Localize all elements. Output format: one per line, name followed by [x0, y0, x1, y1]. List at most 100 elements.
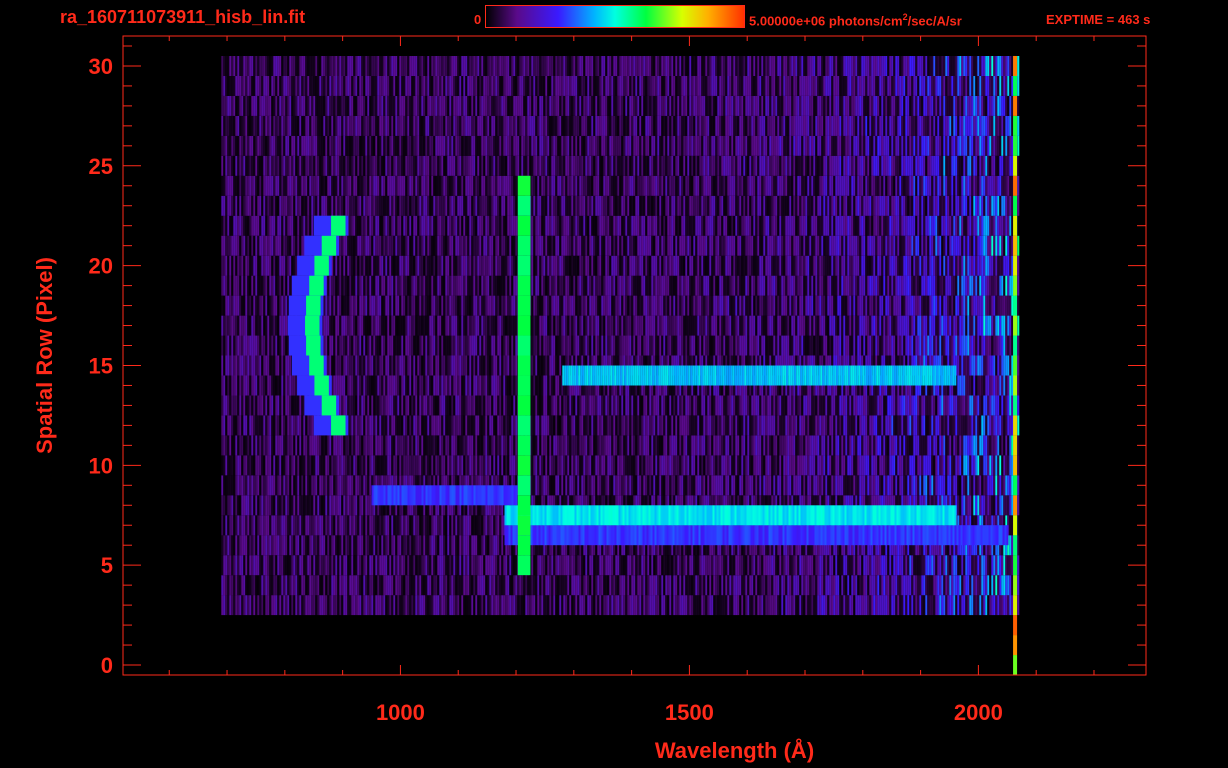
heatmap-cell: [531, 475, 534, 496]
heatmap-cell: [1001, 375, 1004, 396]
heatmap-cell: [761, 435, 764, 456]
heatmap-cell: [389, 435, 392, 456]
heatmap-cell: [337, 535, 340, 556]
heatmap-cell: [305, 515, 308, 536]
heatmap-cell: [325, 495, 328, 516]
heatmap-cell: [711, 595, 714, 616]
heatmap-cell: [607, 435, 610, 456]
heatmap-cell: [907, 395, 910, 416]
heatmap-cell: [687, 435, 690, 456]
heatmap-cell: [321, 575, 324, 596]
heatmap-cell: [555, 475, 558, 496]
heatmap-cell: [237, 455, 240, 476]
heatmap-cell: [811, 455, 814, 476]
heatmap-cell: [825, 555, 828, 576]
heatmap-cell: [679, 475, 682, 496]
heatmap-cell: [371, 555, 374, 576]
heatmap-cell: [487, 355, 490, 376]
heatmap-cell: [457, 555, 460, 576]
heatmap-cell: [307, 595, 310, 616]
heatmap-cell: [869, 435, 872, 456]
heatmap-cell: [223, 515, 226, 536]
heatmap-cell: [507, 595, 510, 616]
heatmap-cell: [557, 395, 560, 416]
heatmap-cell: [369, 595, 372, 616]
heatmap-cell: [565, 415, 568, 436]
heatmap-cell: [607, 415, 610, 436]
heatmap-cell: [567, 395, 570, 416]
heatmap-cell: [775, 475, 778, 496]
heatmap-cell: [293, 535, 296, 556]
heatmap-cell: [413, 535, 416, 556]
heatmap-cell: [533, 575, 536, 596]
heatmap-cell: [593, 555, 596, 576]
heatmap-cell: [841, 395, 844, 416]
heatmap-cell: [353, 595, 356, 616]
heatmap-cell: [595, 415, 598, 436]
heatmap-cell: [631, 595, 634, 616]
heatmap-cell: [693, 435, 696, 456]
heatmap-cell: [581, 475, 584, 496]
heatmap-cell: [995, 435, 998, 456]
heatmap-cell: [463, 415, 466, 436]
heatmap-cell: [927, 595, 930, 616]
heatmap-cell: [541, 435, 544, 456]
heatmap-cell: [453, 515, 456, 536]
heatmap-cell: [349, 495, 352, 516]
heatmap-cell: [433, 415, 436, 436]
heatmap-cell: [491, 375, 494, 396]
heatmap-cell: [477, 575, 480, 596]
heatmap-cell: [931, 475, 934, 496]
heatmap-cell: [701, 455, 704, 476]
heatmap-cell: [535, 435, 538, 456]
heatmap-cell: [345, 395, 348, 416]
heatmap-cell: [645, 415, 648, 436]
heatmap-cell: [851, 575, 854, 596]
heatmap-cell: [229, 515, 232, 536]
heatmap-cell: [823, 555, 826, 576]
heatmap-cell: [609, 595, 612, 616]
heatmap-cell: [801, 575, 804, 596]
heatmap-cell: [397, 415, 400, 436]
heatmap-cell: [665, 455, 668, 476]
heatmap-cell: [591, 455, 594, 476]
heatmap-cell: [797, 555, 800, 576]
heatmap-cell: [979, 475, 982, 496]
heatmap-cell: [239, 535, 242, 556]
heatmap-cell: [1017, 535, 1020, 556]
heatmap-cell: [625, 555, 628, 576]
heatmap-cell: [1007, 375, 1010, 396]
heatmap-cell: [999, 375, 1002, 396]
heatmap-cell: [675, 575, 678, 596]
heatmap-cell: [237, 575, 240, 596]
heatmap-cell: [775, 575, 778, 596]
heatmap-cell: [281, 475, 284, 496]
heatmap-cell: [223, 535, 226, 556]
heatmap-cell: [839, 415, 842, 436]
heatmap-cell: [239, 435, 242, 456]
heatmap-cell: [259, 435, 262, 456]
heatmap-cell: [505, 355, 508, 376]
heatmap-cell: [979, 375, 982, 396]
heatmap-cell: [633, 475, 636, 496]
heatmap-cell: [293, 435, 296, 456]
heatmap-cell: [941, 575, 944, 596]
heatmap-cell: [363, 495, 366, 516]
heatmap-cell: [933, 475, 936, 496]
heatmap-cell: [615, 595, 618, 616]
heatmap-cell: [923, 415, 926, 436]
heatmap-cell: [835, 575, 838, 596]
heatmap-cell: [405, 515, 408, 536]
heatmap-cell: [891, 575, 894, 596]
heatmap-cell: [373, 575, 376, 596]
heatmap-cell: [911, 555, 914, 576]
heatmap-cell: [229, 355, 232, 376]
heatmap-cell: [381, 555, 384, 576]
heatmap-cell: [709, 575, 712, 596]
heatmap-cell: [1009, 595, 1012, 616]
heatmap-cell: [973, 575, 976, 596]
heatmap-cell: [585, 555, 588, 576]
heatmap-cell: [797, 455, 800, 476]
heatmap-cell: [379, 395, 382, 416]
heatmap-cell: [353, 375, 356, 396]
